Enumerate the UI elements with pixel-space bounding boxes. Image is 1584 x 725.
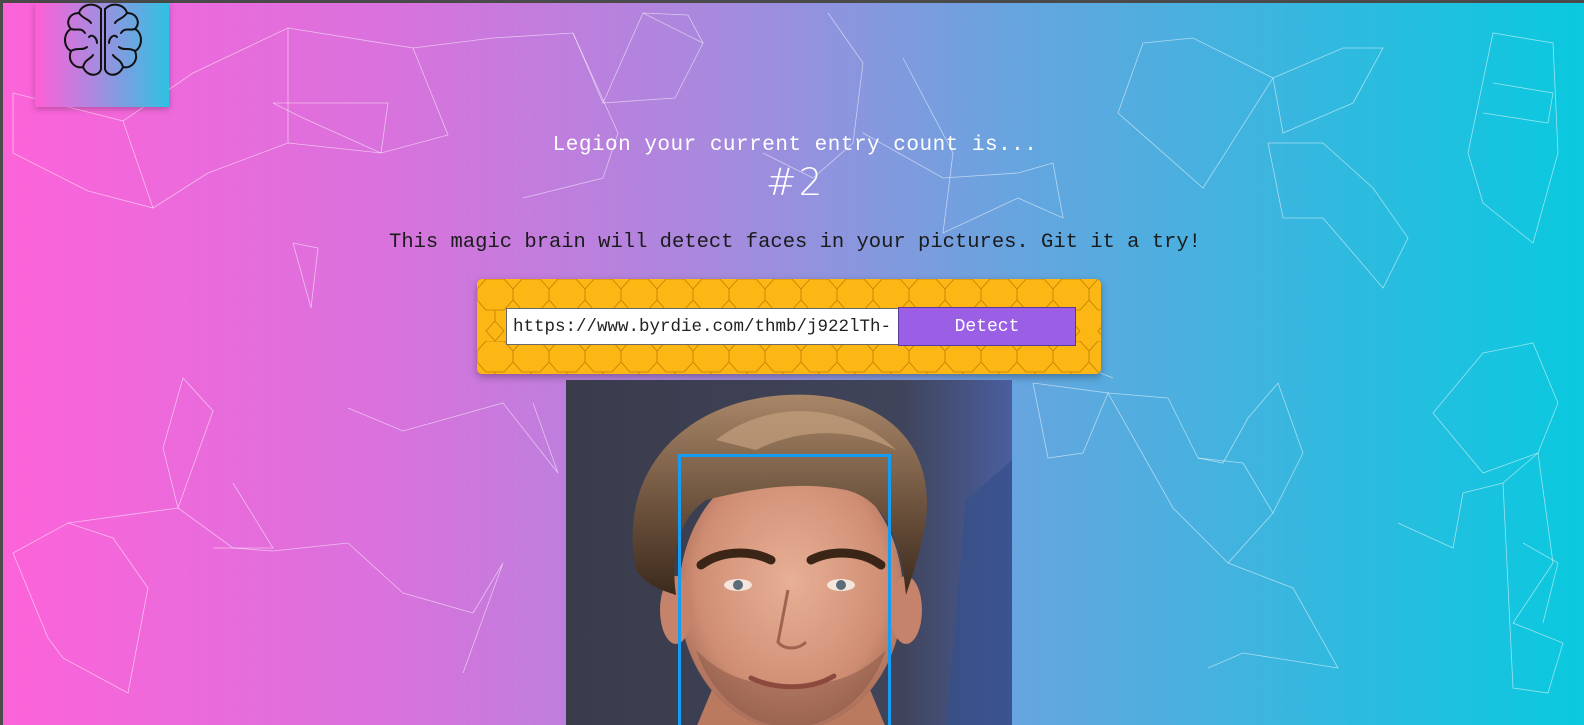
face-bounding-box xyxy=(678,454,891,725)
detect-button[interactable]: Detect xyxy=(898,307,1076,346)
entry-count-message: Legion your current entry count is... xyxy=(552,134,1038,157)
page-tagline: This magic brain will detect faces in yo… xyxy=(389,231,1201,254)
image-url-input[interactable] xyxy=(506,308,899,345)
logo-card[interactable] xyxy=(35,3,169,107)
brain-icon xyxy=(64,3,142,76)
entry-rank: #2 xyxy=(765,161,825,204)
image-url-form: Detect xyxy=(477,279,1101,374)
